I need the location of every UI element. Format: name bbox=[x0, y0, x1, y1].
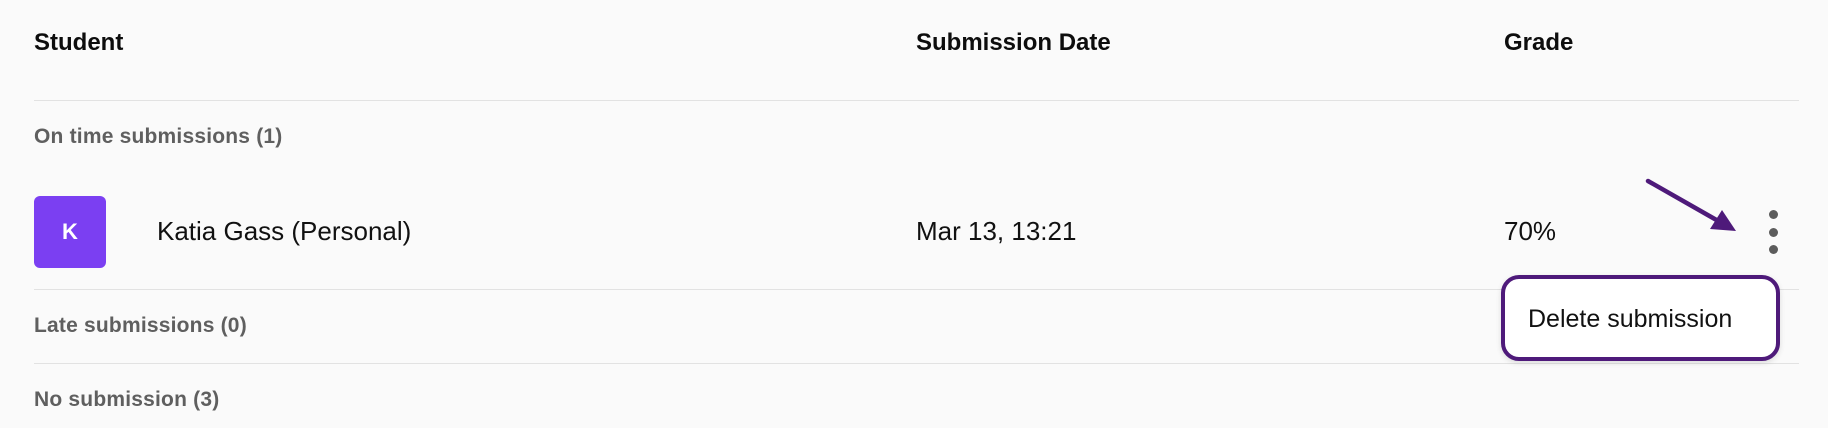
section-divider bbox=[34, 363, 1799, 364]
student-name[interactable]: Katia Gass (Personal) bbox=[157, 216, 411, 247]
table-row[interactable]: K Katia Gass (Personal) Mar 13, 13:21 70… bbox=[34, 196, 1799, 268]
section-on-time-submissions: On time submissions (1) bbox=[34, 125, 283, 148]
avatar: K bbox=[34, 196, 106, 268]
table-header: Student Submission Date Grade bbox=[34, 0, 1799, 101]
column-header-submission-date: Submission Date bbox=[916, 29, 1111, 56]
kebab-dot bbox=[1768, 210, 1778, 219]
arrow-icon bbox=[1645, 178, 1736, 231]
kebab-dot bbox=[1768, 245, 1778, 254]
column-header-student: Student bbox=[34, 29, 124, 56]
context-menu: Delete submission bbox=[1501, 275, 1780, 361]
section-no-submission: No submission (3) bbox=[34, 388, 220, 411]
section-late-submissions: Late submissions (0) bbox=[34, 314, 247, 337]
more-vertical-icon[interactable] bbox=[1759, 210, 1787, 254]
submission-date: Mar 13, 13:21 bbox=[916, 216, 1077, 246]
column-header-grade: Grade bbox=[1504, 29, 1574, 56]
kebab-dot bbox=[1768, 227, 1778, 237]
grade-value: 70% bbox=[1504, 216, 1557, 246]
delete-submission-menu-item[interactable]: Delete submission bbox=[1528, 305, 1732, 334]
